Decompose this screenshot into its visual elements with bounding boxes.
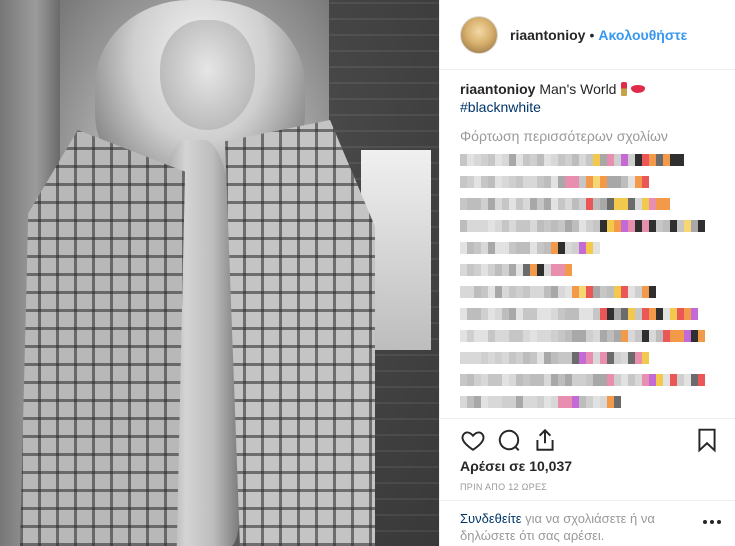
instagram-post: riaantonioy • Ακολουθήστε riaantonioy Ma… (0, 0, 735, 546)
pixelated-comment-row (460, 352, 724, 364)
avatar[interactable] (460, 15, 498, 54)
load-more-comments-button[interactable]: Φόρτωση περισσότερων σχολίων (460, 128, 724, 144)
pixelated-comments (460, 154, 724, 416)
heart-icon (461, 431, 485, 451)
post-timestamp: ΠΡΙΝ ΑΠΟ 12 ΩΡΕΣ (460, 482, 548, 492)
caption-text: Man's World (539, 81, 617, 97)
photo-subject-face (160, 20, 255, 130)
pixelated-comment-row (460, 242, 724, 254)
pixelated-comment-row (460, 330, 724, 342)
lipstick-icon (621, 82, 628, 96)
pixelated-comment-row (460, 154, 724, 166)
post-photo[interactable] (0, 0, 439, 546)
post-header: riaantonioy • Ακολουθήστε (440, 0, 735, 70)
comment-icon (498, 429, 520, 451)
login-prompt: Συνδεθείτε για να σχολιάσετε ή να δηλώσε… (440, 500, 735, 546)
more-options-dot (710, 520, 714, 524)
header-separator: • (589, 26, 595, 43)
comments-section: riaantonioy Man's World #blacknwhite Φόρ… (460, 80, 724, 416)
photo-subject-shirt-right (225, 120, 375, 546)
post-side-panel: riaantonioy • Ακολουθήστε riaantonioy Ma… (439, 0, 735, 546)
more-options-dot (703, 520, 707, 524)
pixelated-comment-row (460, 374, 724, 386)
pixelated-comment-row (460, 220, 724, 232)
share-button[interactable] (532, 427, 558, 453)
likes-count[interactable]: Αρέσει σε 10,037 (460, 458, 572, 474)
pixelated-comment-row (460, 198, 724, 210)
share-icon (536, 428, 554, 451)
more-options-dot (717, 520, 721, 524)
like-button[interactable] (460, 427, 486, 453)
comment-button[interactable] (496, 427, 522, 453)
header-username[interactable]: riaantonioy (510, 27, 585, 43)
post-caption: riaantonioy Man's World #blacknwhite (460, 80, 724, 116)
caption-username[interactable]: riaantonioy (460, 81, 535, 97)
login-link[interactable]: Συνδεθείτε (460, 511, 522, 526)
caption-emoji (620, 82, 646, 96)
pixelated-comment-row (460, 286, 724, 298)
save-button[interactable] (694, 427, 720, 453)
caption-hashtag[interactable]: #blacknwhite (460, 99, 541, 115)
bookmark-icon (698, 428, 716, 453)
pixelated-comment-row (460, 264, 724, 276)
pixelated-comment-row (460, 308, 724, 320)
pixelated-comment-row (460, 396, 724, 408)
photo-subject-shirt-left (20, 130, 185, 546)
pixelated-comment-row (460, 176, 724, 188)
more-options-button[interactable] (703, 515, 721, 529)
kiss-lips-icon (631, 85, 646, 93)
follow-button[interactable]: Ακολουθήστε (598, 27, 687, 43)
action-bar (440, 418, 735, 458)
